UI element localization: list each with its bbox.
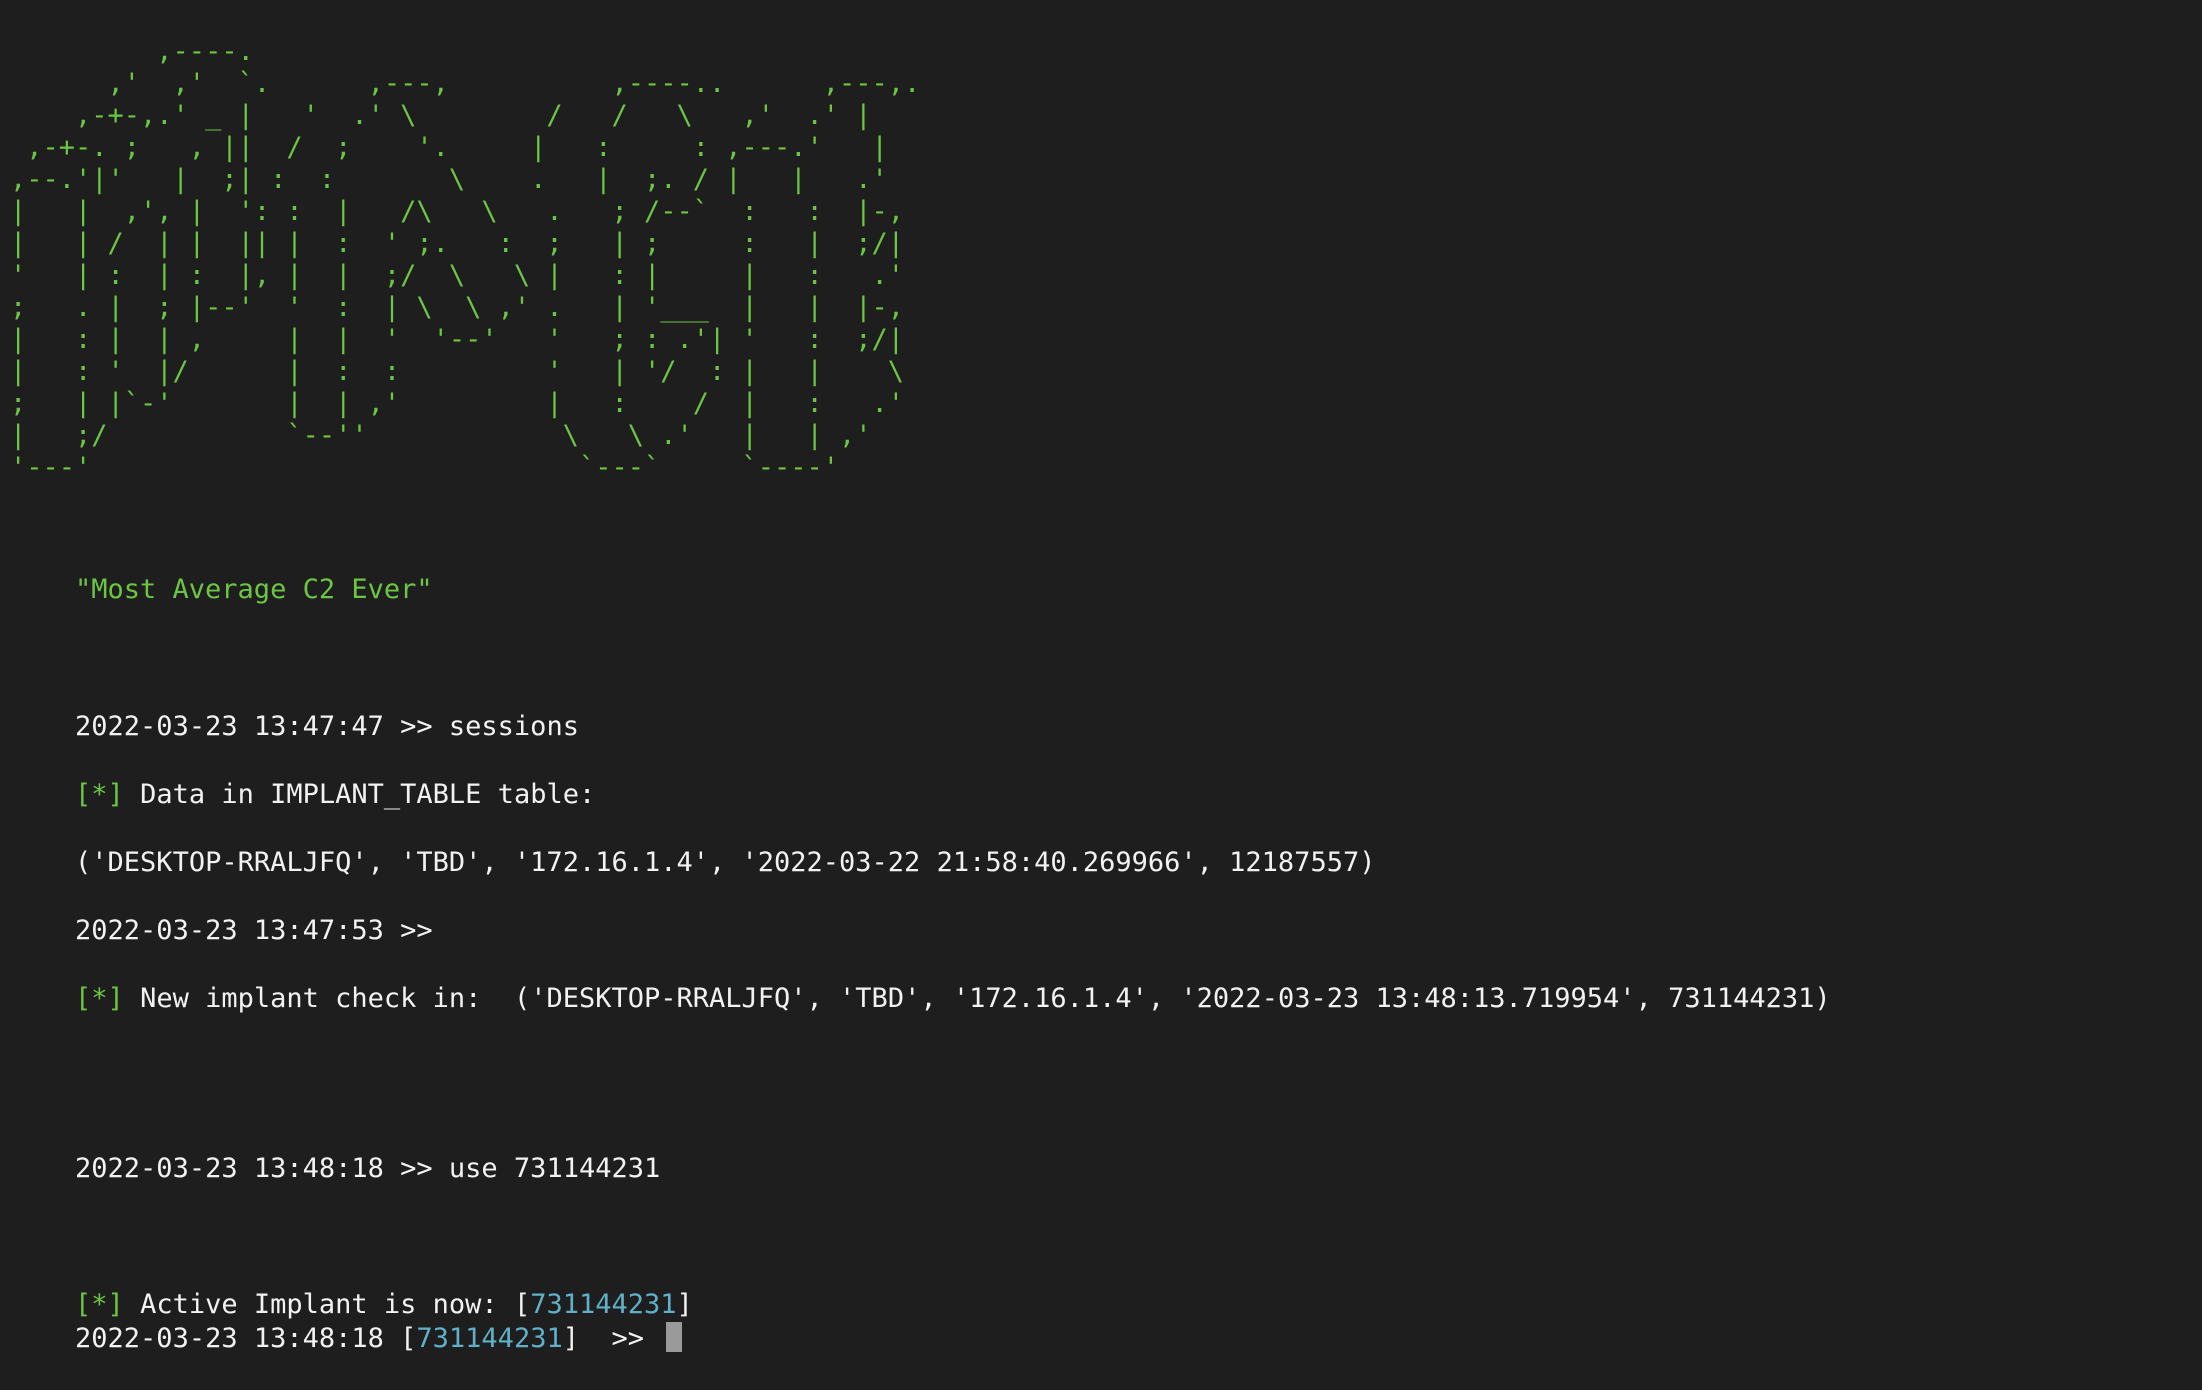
active-prompt-line[interactable]: 2022-03-23 13:48:18 [731144231] >> (10, 1288, 683, 1390)
terminal-line-6: 2022-03-23 13:48:18 >> use 731144231 (10, 1118, 660, 1220)
info-marker: [*] (75, 983, 124, 1014)
terminal-window[interactable]: ,----. ,' ,' `. ,---, ,----.. ,---,. ,-+… (0, 0, 2202, 1356)
prompt-timestamp: 2022-03-23 13:48:18 >> (75, 1153, 449, 1184)
implant-id: 731144231 (416, 1323, 563, 1354)
command-text: use 731144231 (448, 1153, 661, 1184)
command-text: sessions (448, 711, 579, 742)
info-marker: [*] (75, 779, 124, 810)
prompt-timestamp: 2022-03-23 13:47:53 >> (75, 915, 433, 946)
prompt-end: ] >> (562, 1323, 661, 1354)
prompt-timestamp: 2022-03-23 13:47:47 >> (75, 711, 449, 742)
ascii-banner-logo: ,----. ,' ,' `. ,---, ,----.. ,---,. ,-+… (10, 36, 921, 483)
prompt-timestamp: 2022-03-23 13:48:18 [ (75, 1323, 417, 1354)
output-text: New implant check in: ('DESKTOP-RRALJFQ'… (123, 983, 1831, 1014)
terminal-line-5: [*] New implant check in: ('DESKTOP-RRAL… (10, 948, 1831, 1050)
text-cursor[interactable] (666, 1322, 683, 1352)
output-text: Data in IMPLANT_TABLE table: (123, 779, 596, 810)
output-text: ('DESKTOP-RRALJFQ', 'TBD', '172.16.1.4',… (75, 847, 1376, 878)
tagline: "Most Average C2 Ever" (75, 574, 433, 605)
